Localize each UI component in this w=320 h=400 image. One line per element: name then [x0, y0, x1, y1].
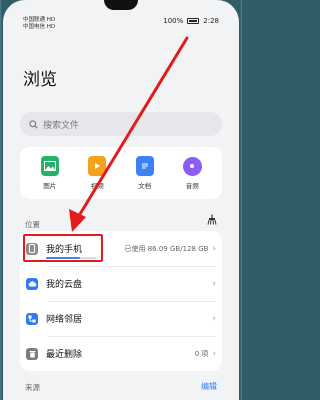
- network-icon: [26, 312, 38, 325]
- carrier-line-2: 中国电信 HD: [23, 24, 56, 30]
- category-label: 文档: [138, 182, 152, 190]
- clock: 2:28: [203, 17, 219, 25]
- chevron-right-icon: ›: [212, 278, 216, 289]
- page-title: 浏览: [23, 70, 57, 90]
- cloud-icon: [26, 277, 38, 290]
- deleted-count: 0 项: [194, 349, 209, 358]
- status-right: 100% 2:28: [163, 17, 219, 25]
- location-my-phone[interactable]: 我的手机 已使用 86.09 GB/128 GB ›: [20, 231, 222, 266]
- category-images[interactable]: 图片: [32, 156, 68, 190]
- category-label: 视频: [90, 182, 104, 190]
- carrier-info: 中国联通 HD 中国电信 HD: [23, 17, 55, 31]
- battery-icon: [187, 18, 200, 24]
- search-icon: [29, 119, 38, 129]
- location-recently-deleted[interactable]: 最近删除 0 项 ›: [20, 336, 222, 371]
- location-title: 网络邻居: [46, 315, 83, 325]
- location-detail-group: ›: [212, 314, 216, 324]
- locations-list: 我的手机 已使用 86.09 GB/128 GB › 我的云盘 › 网络邻居 ›…: [20, 231, 222, 371]
- location-network-neighborhood[interactable]: 网络邻居 ›: [20, 301, 222, 336]
- category-grid: 图片 视频 文档 音频: [20, 147, 222, 199]
- sources-section-label: 来源: [25, 383, 40, 392]
- category-audio[interactable]: 音频: [174, 156, 210, 190]
- audio-icon: [182, 156, 202, 176]
- location-detail-group: ›: [212, 279, 216, 289]
- location-detail-group: 已使用 86.09 GB/128 GB ›: [125, 244, 217, 254]
- location-my-cloud[interactable]: 我的云盘 ›: [20, 266, 222, 301]
- status-bar: 中国联通 HD 中国电信 HD 100% 2:28: [3, 0, 239, 30]
- image-icon: [40, 156, 59, 176]
- location-detail-group: 0 项 ›: [195, 349, 216, 359]
- phone-screen: 中国联通 HD 中国电信 HD 100% 2:28 浏览 搜索文件 图片 视频 …: [3, 0, 239, 400]
- camera-notch: [104, 0, 138, 10]
- battery-percent: 100%: [163, 17, 184, 25]
- category-videos[interactable]: 视频: [79, 156, 115, 190]
- trash-icon: [26, 347, 38, 360]
- document-icon: [135, 156, 154, 176]
- chevron-right-icon: ›: [212, 348, 216, 359]
- search-placeholder: 搜索文件: [43, 120, 80, 131]
- search-bar[interactable]: 搜索文件: [20, 112, 222, 136]
- carrier-line-1: 中国联通 HD: [23, 17, 56, 23]
- chevron-right-icon: ›: [212, 243, 216, 254]
- category-label: 图片: [43, 182, 57, 190]
- location-title: 我的云盘: [46, 280, 83, 290]
- storage-usage-text: 已使用 86.09 GB/128 GB: [124, 244, 209, 253]
- category-documents[interactable]: 文档: [127, 156, 163, 190]
- video-icon: [88, 156, 107, 176]
- broom-icon[interactable]: [207, 214, 217, 225]
- chevron-right-icon: ›: [212, 313, 216, 324]
- locations-section-label: 位置: [25, 220, 40, 229]
- category-label: 音频: [185, 181, 199, 190]
- edit-sources-button[interactable]: 编辑: [201, 381, 217, 392]
- location-title: 最近删除: [46, 350, 83, 360]
- annotation-highlight-box: [23, 234, 103, 262]
